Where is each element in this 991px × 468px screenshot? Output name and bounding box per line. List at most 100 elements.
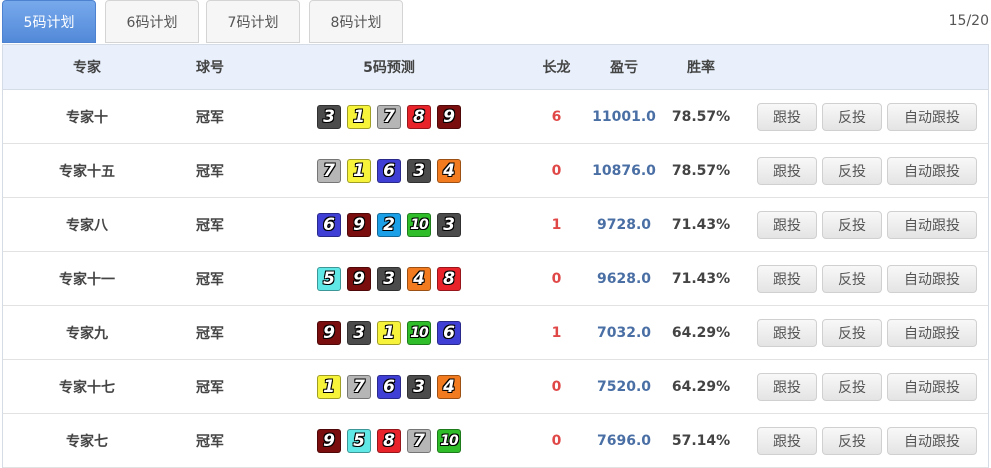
ball-group: 9 3 1 10 6 (317, 320, 461, 345)
table-row: 专家十 冠军 3 1 7 8 9 6 11001.0 78.57% 跟投 反投 自动跟投 (3, 90, 988, 144)
header-rate: 胜率 (687, 60, 715, 76)
number-ball: 5 (317, 266, 341, 291)
ball-position: 冠军 (196, 379, 224, 396)
expert-name: 专家十七 (59, 379, 115, 396)
number-ball: 6 (377, 374, 401, 399)
table-row: 专家九 冠军 9 3 1 10 6 1 7032.0 64.29% 跟投 反投 自动跟投 (3, 306, 988, 360)
header-prediction: 5码预测 (363, 60, 415, 76)
prediction-balls: 17634 (249, 360, 529, 413)
long-streak: 1 (551, 216, 562, 233)
number-ball: 3 (407, 374, 431, 399)
expert-name: 专家八 (66, 217, 108, 234)
reverse-button[interactable]: 反投 (822, 157, 882, 185)
number-ball: 4 (437, 374, 461, 399)
number-ball: 7 (377, 104, 401, 129)
profit-value: 7520.0 (596, 378, 652, 395)
number-ball: 10 (407, 320, 431, 345)
expert-name: 专家十一 (59, 271, 115, 288)
auto-follow-button[interactable]: 自动跟投 (887, 265, 977, 293)
ball-group: 17634 (317, 374, 461, 399)
prediction-balls: 9 3 1 10 6 (249, 306, 529, 359)
number-ball: 9 (317, 320, 341, 345)
ball-position: 冠军 (196, 271, 224, 288)
number-ball: 1 (347, 104, 371, 129)
ball-position: 冠军 (196, 325, 224, 342)
tab-6-code-plan[interactable]: 6码计划 (105, 0, 199, 43)
tab-8-code-plan[interactable]: 8码计划 (309, 0, 403, 43)
prediction-balls: 6 9 2 10 3 (249, 198, 529, 251)
long-streak: 6 (551, 108, 562, 125)
table-row: 专家八 冠军 6 9 2 10 3 1 9728.0 71.43% 跟投 反投 自动跟投 (3, 198, 988, 252)
win-rate: 71.43% (671, 216, 731, 233)
prediction-balls: 31789 (249, 90, 529, 143)
table-row: 专家十一 冠军 5 9 3 4 8 0 9628.0 71.43% 跟投 反投 自动跟投 (3, 252, 988, 306)
auto-follow-button[interactable]: 自动跟投 (887, 157, 977, 185)
table-header: 专家 球号 5码预测 长龙 盈亏 胜率 (3, 45, 988, 90)
number-ball: 7 (317, 158, 341, 183)
number-ball: 1 (317, 374, 341, 399)
number-ball: 3 (347, 320, 371, 345)
number-ball: 3 (437, 212, 461, 237)
number-ball: 2 (377, 212, 401, 237)
profit-value: 11001.0 (592, 108, 656, 125)
number-ball: 9 (347, 212, 371, 237)
follow-button[interactable]: 跟投 (757, 265, 817, 293)
follow-button[interactable]: 跟投 (757, 427, 817, 455)
profit-value: 9728.0 (596, 216, 652, 233)
reverse-button[interactable]: 反投 (822, 373, 882, 401)
reverse-button[interactable]: 反投 (822, 319, 882, 347)
win-rate: 71.43% (671, 270, 731, 287)
follow-button[interactable]: 跟投 (757, 157, 817, 185)
prediction-balls: 71634 (249, 144, 529, 197)
profit-value: 9628.0 (596, 270, 652, 287)
number-ball: 9 (347, 266, 371, 291)
long-streak: 0 (551, 162, 562, 179)
follow-button[interactable]: 跟投 (757, 319, 817, 347)
table-row: 专家十五 冠军 7 1 6 3 4 0 10876.0 78.57% 跟投 反投 自动跟投 (3, 144, 988, 198)
number-ball: 8 (407, 104, 431, 129)
page-count: 15/20 (948, 13, 989, 29)
plan-tabs: 5码计划 6码计划 7码计划 8码计划 15/20 (0, 0, 991, 45)
ball-group: 31789 (317, 104, 461, 129)
number-ball: 9 (437, 104, 461, 129)
win-rate: 64.29% (671, 378, 731, 395)
profit-value: 10876.0 (592, 162, 656, 179)
table-body: 专家十 冠军 3 1 7 8 9 6 11001.0 78.57% 跟投 反投 自动跟投 专家十五 冠军 7 1… (3, 90, 988, 468)
number-ball: 10 (407, 212, 431, 237)
long-streak: 0 (551, 378, 562, 395)
auto-follow-button[interactable]: 自动跟投 (887, 103, 977, 131)
follow-button[interactable]: 跟投 (757, 103, 817, 131)
prediction-balls: 59348 (249, 252, 529, 305)
auto-follow-button[interactable]: 自动跟投 (887, 373, 977, 401)
header-profit: 盈亏 (610, 60, 638, 76)
expert-name: 专家十 (66, 109, 108, 126)
number-ball: 6 (437, 320, 461, 345)
expert-plan-table: 专家 球号 5码预测 长龙 盈亏 胜率 专家十 冠军 3 1 7 8 9 6 11001.0 78… (2, 44, 989, 468)
win-rate: 78.57% (671, 162, 731, 179)
follow-button[interactable]: 跟投 (757, 211, 817, 239)
number-ball: 3 (377, 266, 401, 291)
number-ball: 7 (347, 374, 371, 399)
table-row: 专家七 冠军 9 5 8 7 10 0 7696.0 57.14% 跟投 反投 自动跟投 (3, 414, 988, 468)
reverse-button[interactable]: 反投 (822, 103, 882, 131)
profit-value: 7032.0 (596, 324, 652, 341)
ball-group: 59348 (317, 266, 461, 291)
reverse-button[interactable]: 反投 (822, 211, 882, 239)
tab-5-code-plan[interactable]: 5码计划 (2, 0, 96, 43)
follow-button[interactable]: 跟投 (757, 373, 817, 401)
auto-follow-button[interactable]: 自动跟投 (887, 211, 977, 239)
tab-7-code-plan[interactable]: 7码计划 (206, 0, 300, 43)
number-ball: 6 (377, 158, 401, 183)
number-ball: 1 (347, 158, 371, 183)
reverse-button[interactable]: 反投 (822, 427, 882, 455)
auto-follow-button[interactable]: 自动跟投 (887, 427, 977, 455)
number-ball: 6 (317, 212, 341, 237)
number-ball: 3 (407, 158, 431, 183)
win-rate: 78.57% (671, 108, 731, 125)
reverse-button[interactable]: 反投 (822, 265, 882, 293)
auto-follow-button[interactable]: 自动跟投 (887, 319, 977, 347)
expert-name: 专家九 (66, 325, 108, 342)
ball-position: 冠军 (196, 109, 224, 126)
number-ball: 1 (377, 320, 401, 345)
ball-group: 71634 (317, 158, 461, 183)
